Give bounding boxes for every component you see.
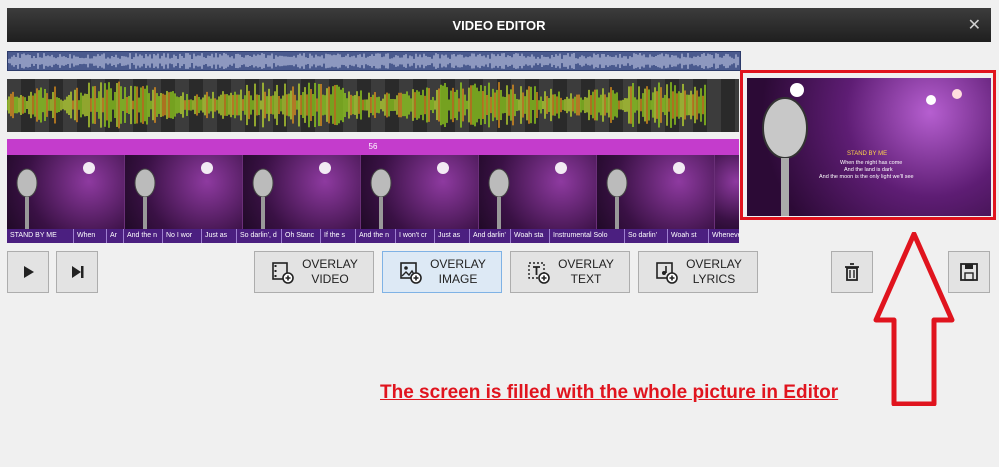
video-track-header[interactable]: 56 xyxy=(7,139,739,155)
lyric-segment[interactable]: STAND BY ME xyxy=(7,229,74,243)
overlay-text-label: OVERLAY TEXT xyxy=(558,257,614,286)
overlay-image-button[interactable]: OVERLAY IMAGE xyxy=(382,251,502,293)
lyric-segment[interactable]: So darlin', d xyxy=(237,229,282,243)
film-plus-icon xyxy=(272,262,294,284)
overlay-lyrics-button[interactable]: OVERLAY LYRICS xyxy=(638,251,758,293)
music-plus-icon xyxy=(656,262,678,284)
overlay-text-button[interactable]: OVERLAY TEXT xyxy=(510,251,630,293)
delete-button[interactable] xyxy=(831,251,873,293)
overlay-video-label: OVERLAY VIDEO xyxy=(302,257,358,286)
trash-icon xyxy=(845,263,859,281)
arrow-up-icon xyxy=(873,232,955,406)
audio-waveform xyxy=(6,79,749,132)
audio-waveform-overview xyxy=(7,53,739,69)
text-plus-icon xyxy=(528,262,550,284)
lyric-segment[interactable]: Instrumental Solo xyxy=(550,229,625,243)
overlay-image-label: OVERLAY IMAGE xyxy=(430,257,486,286)
image-plus-icon xyxy=(400,262,422,284)
preview-lyric-line: And the moon is the only light we'll see xyxy=(819,174,914,180)
lyric-segment[interactable]: Whenever xyxy=(709,229,739,243)
waveform-background-stripe xyxy=(721,79,735,132)
video-preview: STAND BY ME When the night has come And … xyxy=(747,78,991,216)
lyric-segment[interactable]: So darlin' xyxy=(625,229,668,243)
waveform-background-stripe xyxy=(707,79,721,132)
lyric-segment[interactable]: Woah st xyxy=(668,229,709,243)
lyrics-track[interactable]: STAND BY ME When Ar And the n No I wor Just a… xyxy=(7,229,739,243)
lyric-segment[interactable]: And the n xyxy=(124,229,163,243)
waveform-background-stripe xyxy=(735,79,749,132)
lyric-segment[interactable]: Just as xyxy=(435,229,470,243)
lyric-segment[interactable]: Ar xyxy=(107,229,124,243)
lyric-segment[interactable]: If the s xyxy=(321,229,356,243)
preview-lyric-title: STAND BY ME xyxy=(847,151,888,157)
lyric-segment[interactable]: Just as xyxy=(202,229,237,243)
window-titlebar: VIDEO EDITOR ✕ xyxy=(7,8,991,42)
lyric-segment[interactable]: Oh Stanc xyxy=(282,229,321,243)
annotation-text: The screen is filled with the whole pict… xyxy=(380,382,839,403)
skip-forward-button[interactable] xyxy=(56,251,98,293)
lyric-segment[interactable]: I won't cr xyxy=(396,229,435,243)
audio-track-waveform[interactable] xyxy=(6,79,749,132)
floppy-disk-icon xyxy=(960,263,978,281)
preview-lyric-line: And the land is dark xyxy=(844,167,893,173)
play-icon xyxy=(24,266,34,278)
lyric-segment[interactable]: And the n xyxy=(356,229,396,243)
lyric-segment[interactable]: And darlin' xyxy=(470,229,511,243)
lyric-segment[interactable]: When xyxy=(74,229,107,243)
overlay-lyrics-label: OVERLAY LYRICS xyxy=(686,257,742,286)
play-button[interactable] xyxy=(7,251,49,293)
overlay-video-button[interactable]: OVERLAY VIDEO xyxy=(254,251,374,293)
skip-forward-icon xyxy=(72,266,84,278)
window-title: VIDEO EDITOR xyxy=(452,17,546,33)
microphone-image xyxy=(762,83,962,216)
lyric-segment[interactable]: No I wor xyxy=(163,229,202,243)
audio-track-overview[interactable] xyxy=(7,51,741,71)
close-icon[interactable]: ✕ xyxy=(968,15,981,34)
lyric-segment[interactable]: Woah sta xyxy=(511,229,550,243)
preview-lyric-line: When the night has come xyxy=(840,160,903,166)
